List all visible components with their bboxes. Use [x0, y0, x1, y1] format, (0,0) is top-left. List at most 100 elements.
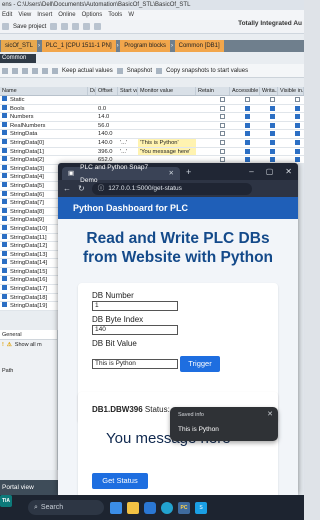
- snapshot-button[interactable]: Snapshot: [127, 68, 152, 74]
- row-checkbox[interactable]: [220, 131, 225, 137]
- edge-browser-icon[interactable]: [161, 501, 173, 514]
- save-project-button[interactable]: Save project: [13, 24, 46, 30]
- show-all-messages-select[interactable]: Show all m: [15, 340, 42, 350]
- undo-icon[interactable]: [94, 23, 102, 30]
- copy-snapshots-button[interactable]: Copy snapshots to start values: [166, 68, 248, 74]
- row-checkbox[interactable]: [245, 122, 250, 128]
- row-checkbox[interactable]: [270, 148, 275, 154]
- db-byte-index-input[interactable]: 140: [92, 325, 178, 335]
- delete-icon[interactable]: [83, 23, 91, 30]
- row-checkbox[interactable]: [295, 97, 300, 102]
- row-checkbox[interactable]: [295, 122, 300, 128]
- tia-portal-icon[interactable]: TIA: [0, 495, 12, 507]
- db-bit-value-input[interactable]: This is Python: [92, 359, 178, 369]
- copy-snapshot-icon[interactable]: [156, 67, 163, 74]
- row-checkbox[interactable]: [245, 114, 250, 120]
- col-accessible[interactable]: Accessible f...: [230, 87, 260, 95]
- menu-view[interactable]: View: [18, 10, 31, 20]
- snapshot-icon[interactable]: [116, 67, 123, 74]
- minimize-icon[interactable]: –: [249, 167, 253, 176]
- breadcrumb-db[interactable]: Common [DB1]: [174, 40, 224, 52]
- row-checkbox[interactable]: [220, 97, 225, 102]
- menu-options[interactable]: Options: [82, 10, 103, 20]
- col-retain[interactable]: Retain: [196, 87, 230, 95]
- table-row[interactable]: StringData[0] 140.0 '...' 'This is Python': [0, 138, 304, 148]
- row-checkbox[interactable]: [220, 114, 225, 120]
- close-tab-icon[interactable]: ✕: [169, 167, 174, 180]
- cut-icon[interactable]: [50, 23, 58, 30]
- col-offset[interactable]: Offset: [96, 87, 118, 95]
- browser-tab[interactable]: ▣ PLC and Python Snap7 Demo ✕: [62, 164, 180, 184]
- row-checkbox[interactable]: [245, 105, 250, 111]
- table-row[interactable]: Numbers 14.0: [0, 113, 304, 122]
- tool-icon[interactable]: [52, 67, 58, 74]
- table-row[interactable]: StringData[1] 396.0 '...' 'You message here…: [0, 147, 304, 157]
- row-checkbox[interactable]: [220, 157, 225, 163]
- row-checkbox[interactable]: [245, 97, 250, 102]
- row-checkbox[interactable]: [270, 97, 275, 102]
- autofill-popup[interactable]: Saved info ✕ This is Python: [170, 407, 278, 441]
- tool-icon[interactable]: [42, 67, 48, 74]
- breadcrumb-project[interactable]: sicOf_STL: [1, 40, 38, 52]
- breadcrumb-plc[interactable]: PLC_1 [CPU 1511-1 PN]: [41, 40, 116, 52]
- row-checkbox[interactable]: [245, 139, 250, 145]
- autofill-suggestion[interactable]: This is Python: [178, 426, 219, 433]
- tool-icon[interactable]: [32, 67, 38, 74]
- db-number-input[interactable]: 1: [92, 301, 178, 311]
- row-checkbox[interactable]: [270, 105, 275, 111]
- keep-actual-values-button[interactable]: Keep actual values: [62, 68, 113, 74]
- row-checkbox[interactable]: [245, 157, 250, 163]
- refresh-icon[interactable]: ↻: [78, 184, 85, 193]
- menu-edit[interactable]: Edit: [2, 10, 12, 20]
- row-checkbox[interactable]: [295, 105, 300, 111]
- trigger-button[interactable]: Trigger: [180, 356, 220, 372]
- file-explorer-icon[interactable]: [127, 501, 139, 514]
- col-start-value[interactable]: Start value: [118, 87, 138, 95]
- new-tab-icon[interactable]: +: [186, 167, 191, 177]
- teamviewer-icon[interactable]: S: [195, 501, 207, 514]
- menu-tools[interactable]: Tools: [108, 10, 122, 20]
- menu-insert[interactable]: Insert: [37, 10, 52, 20]
- tool-icon[interactable]: [2, 67, 8, 74]
- col-writable[interactable]: Writa...: [260, 87, 278, 95]
- breadcrumb-program-blocks[interactable]: Program blocks: [120, 40, 170, 52]
- col-data-type[interactable]: Data type: [88, 87, 96, 95]
- col-name[interactable]: Name: [0, 87, 88, 95]
- menu-window[interactable]: W: [128, 10, 134, 20]
- task-view-icon[interactable]: [110, 501, 122, 514]
- row-checkbox[interactable]: [270, 131, 275, 137]
- row-checkbox[interactable]: [270, 122, 275, 128]
- get-status-button[interactable]: Get Status: [92, 473, 148, 489]
- row-checkbox[interactable]: [270, 139, 275, 145]
- maximize-icon[interactable]: ▢: [266, 167, 274, 176]
- vscode-icon[interactable]: [144, 501, 156, 514]
- row-checkbox[interactable]: [295, 148, 300, 154]
- row-checkbox[interactable]: [295, 157, 300, 163]
- table-row[interactable]: Static: [0, 96, 304, 105]
- popup-close-icon[interactable]: ✕: [267, 410, 273, 418]
- copy-icon[interactable]: [61, 23, 69, 30]
- taskbar-search[interactable]: ⌕ Search: [28, 500, 104, 515]
- paste-icon[interactable]: [72, 23, 80, 30]
- tab-general[interactable]: General: [0, 330, 57, 340]
- tab-common[interactable]: Common: [0, 54, 36, 63]
- row-checkbox[interactable]: [245, 148, 250, 154]
- plcsim-icon[interactable]: PC: [178, 501, 190, 514]
- row-checkbox[interactable]: [295, 139, 300, 145]
- row-checkbox[interactable]: [295, 131, 300, 137]
- menu-online[interactable]: Online: [58, 10, 75, 20]
- row-checkbox[interactable]: [270, 157, 275, 163]
- table-row[interactable]: Bools 0.0: [0, 104, 304, 114]
- row-checkbox[interactable]: [245, 131, 250, 137]
- col-visible[interactable]: Visible in...: [278, 87, 304, 95]
- table-row[interactable]: RealNumbers 56.0: [0, 121, 304, 131]
- url-field[interactable]: ⓘ 127.0.0.1:5000/get-status: [91, 182, 252, 195]
- row-checkbox[interactable]: [295, 114, 300, 120]
- row-checkbox[interactable]: [220, 139, 225, 145]
- close-icon[interactable]: ✕: [285, 167, 292, 176]
- back-icon[interactable]: ←: [63, 184, 71, 193]
- save-icon[interactable]: [2, 23, 9, 30]
- tool-icon[interactable]: [22, 67, 28, 74]
- col-monitor-value[interactable]: Monitor value: [138, 87, 196, 95]
- row-checkbox[interactable]: [220, 148, 225, 154]
